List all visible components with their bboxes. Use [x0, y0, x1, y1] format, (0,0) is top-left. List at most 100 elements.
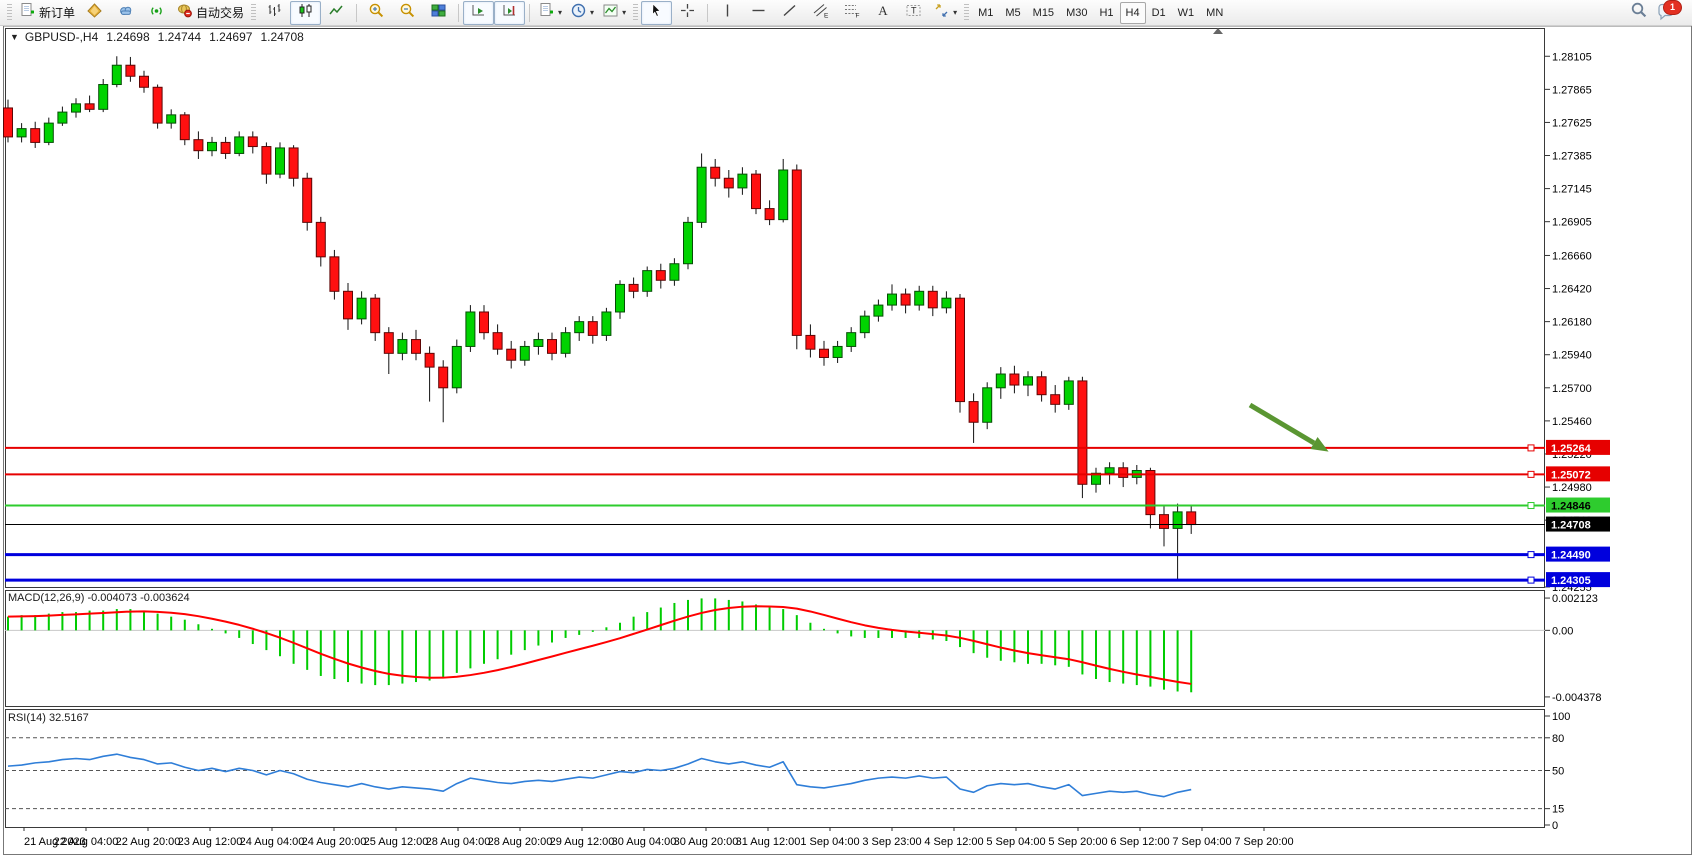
line-chart-button[interactable]	[321, 1, 352, 25]
svg-text:1 Sep 04:00: 1 Sep 04:00	[800, 836, 859, 848]
clock-icon	[570, 2, 587, 24]
vertical-line-button[interactable]	[712, 1, 743, 25]
textT-icon: T	[905, 2, 922, 24]
timeframe-m1-button[interactable]: M1	[972, 2, 999, 24]
templates-button[interactable]: ▾	[598, 1, 630, 25]
chevron-down-icon[interactable]: ▾	[622, 9, 626, 17]
svg-text:1.25700: 1.25700	[1552, 383, 1592, 395]
chevron-down-icon[interactable]: ▾	[590, 9, 594, 17]
text-button[interactable]: A	[867, 1, 898, 25]
svg-text:0.00: 0.00	[1552, 625, 1573, 637]
auto-scroll-button[interactable]	[463, 1, 494, 25]
indicators-button[interactable]: ▾	[534, 1, 566, 25]
main-panel[interactable]	[6, 29, 1545, 588]
chart-window[interactable]: 1.281051.278651.276251.273851.271451.269…	[0, 26, 1692, 855]
zoom-in-button[interactable]	[361, 1, 392, 25]
svg-text:1.24980: 1.24980	[1552, 482, 1592, 494]
toolbar-separator	[458, 4, 459, 22]
svg-text:1.26660: 1.26660	[1552, 250, 1592, 262]
svg-text:1.26180: 1.26180	[1552, 317, 1592, 329]
timeframe-mn-button[interactable]: MN	[1200, 2, 1229, 24]
svg-text:22 Aug 04:00: 22 Aug 04:00	[54, 836, 119, 848]
autoscroll-icon	[470, 2, 487, 24]
signals-button[interactable]	[141, 1, 172, 25]
timeframe-m5-button[interactable]: M5	[999, 2, 1026, 24]
cloud-icon	[117, 2, 134, 24]
svg-text:7 Sep 04:00: 7 Sep 04:00	[1172, 836, 1231, 848]
timeframe-m30-button[interactable]: M30	[1060, 2, 1093, 24]
timeframe-d1-button[interactable]: D1	[1146, 2, 1172, 24]
new-order-button[interactable]: 新订单	[15, 1, 79, 25]
arrows-button[interactable]: ▾	[929, 1, 961, 25]
svg-text:28 Aug 20:00: 28 Aug 20:00	[488, 836, 553, 848]
cursor-icon	[648, 2, 665, 24]
svg-text:1.25072: 1.25072	[1551, 469, 1591, 481]
crosshair-button[interactable]	[672, 1, 703, 25]
svg-text:25 Aug 12:00: 25 Aug 12:00	[364, 836, 429, 848]
search-icon[interactable]	[1630, 1, 1648, 24]
timeframe-m15-button[interactable]: M15	[1027, 2, 1060, 24]
text-label-button[interactable]: T	[898, 1, 929, 25]
channel-icon: E	[812, 2, 829, 24]
horizontal-line-button[interactable]	[743, 1, 774, 25]
chart-dropdown-icon[interactable]: ▼	[10, 32, 19, 42]
candles-icon	[297, 2, 314, 24]
chartshift-icon	[501, 2, 518, 24]
svg-text:1.25460: 1.25460	[1552, 416, 1592, 428]
zoom-out-button[interactable]	[392, 1, 423, 25]
svg-text:50: 50	[1552, 766, 1564, 778]
svg-text:1.24708: 1.24708	[1551, 520, 1591, 532]
equidistant-channel-button[interactable]: E	[805, 1, 836, 25]
autotrading-label: 自动交易	[196, 4, 244, 21]
fibonacci-button[interactable]: F	[836, 1, 867, 25]
svg-text:22 Aug 20:00: 22 Aug 20:00	[116, 836, 181, 848]
toolbar-separator	[356, 4, 357, 22]
svg-text:1.26420: 1.26420	[1552, 284, 1592, 296]
svg-text:31 Aug 12:00: 31 Aug 12:00	[736, 836, 801, 848]
svg-text:F: F	[856, 12, 860, 19]
timeframe-w1-button[interactable]: W1	[1172, 2, 1201, 24]
chart-canvas[interactable]: 1.281051.278651.276251.273851.271451.269…	[0, 26, 1692, 855]
svg-text:1.25940: 1.25940	[1552, 350, 1592, 362]
chart-shift-button[interactable]	[494, 1, 525, 25]
periods-button[interactable]: ▾	[566, 1, 598, 25]
crosshair-icon	[679, 2, 696, 24]
autotrading-button[interactable]: 自动交易	[172, 1, 248, 25]
bar-chart-button[interactable]	[259, 1, 290, 25]
timeframe-h4-button[interactable]: H4	[1120, 2, 1146, 24]
svg-text:100: 100	[1552, 711, 1570, 723]
svg-text:T: T	[911, 5, 917, 15]
linechart-icon	[328, 2, 345, 24]
trend-icon	[781, 2, 798, 24]
chart-title[interactable]: ▼ GBPUSD-,H4 1.24698 1.24744 1.24697 1.2…	[10, 30, 304, 44]
svg-text:0.002123: 0.002123	[1552, 593, 1598, 605]
trendline-button[interactable]	[774, 1, 805, 25]
svg-text:5 Sep 04:00: 5 Sep 04:00	[986, 836, 1045, 848]
signal-icon	[148, 2, 165, 24]
tile-windows-button[interactable]	[423, 1, 454, 25]
svg-text:0: 0	[1552, 820, 1558, 832]
new-order-label: 新订单	[39, 4, 75, 21]
metaeditor-button[interactable]	[79, 1, 110, 25]
toolbar-grip	[964, 4, 969, 22]
svg-text:30 Aug 20:00: 30 Aug 20:00	[674, 836, 739, 848]
chat-icon[interactable]: 1	[1656, 2, 1678, 24]
svg-text:A: A	[878, 3, 888, 18]
chevron-down-icon[interactable]: ▾	[953, 9, 957, 17]
timeframe-h1-button[interactable]: H1	[1093, 2, 1119, 24]
svg-text:15: 15	[1552, 804, 1564, 816]
vline-icon	[719, 2, 736, 24]
svg-text:7 Sep 20:00: 7 Sep 20:00	[1234, 836, 1293, 848]
macd-panel[interactable]	[6, 591, 1545, 707]
fibo-icon: F	[843, 2, 860, 24]
community-button[interactable]	[110, 1, 141, 25]
hline-icon	[750, 2, 767, 24]
svg-text:5 Sep 20:00: 5 Sep 20:00	[1048, 836, 1107, 848]
doc-plus-icon	[19, 2, 36, 24]
chevron-down-icon[interactable]: ▾	[558, 9, 562, 17]
svg-text:1.24846: 1.24846	[1551, 501, 1591, 513]
svg-text:4 Sep 12:00: 4 Sep 12:00	[924, 836, 983, 848]
svg-text:1.27865: 1.27865	[1552, 84, 1592, 96]
candlestick-chart-button[interactable]	[290, 1, 321, 25]
cursor-button[interactable]	[641, 1, 672, 25]
